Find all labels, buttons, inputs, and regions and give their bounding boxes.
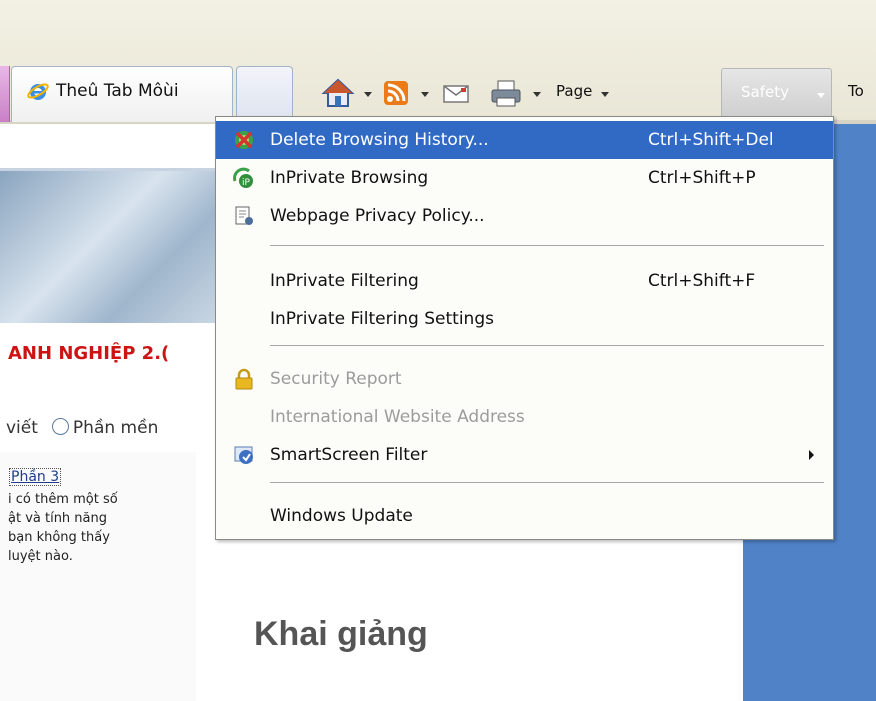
menu-item-label: SmartScreen Filter — [270, 445, 428, 465]
page-heading: ANH NGHIỆP 2.( — [8, 343, 170, 364]
mail-icon[interactable] — [441, 78, 471, 108]
menu-item-shortcut: Ctrl+Shift+P — [648, 168, 756, 188]
khai-giang-heading: Khai giảng — [254, 615, 428, 653]
home-dropdown-arrow-icon[interactable] — [364, 92, 372, 97]
radio-button[interactable] — [51, 418, 69, 435]
print-icon[interactable] — [489, 78, 523, 108]
menu-item-shortcut: Ctrl+Shift+F — [648, 271, 756, 291]
home-icon[interactable] — [321, 78, 355, 108]
smartscreen-icon — [234, 446, 253, 464]
menu-item-inprivate-filtering[interactable]: InPrivate Filtering Ctrl+Shift+F — [216, 262, 833, 300]
safety-menu-button[interactable]: Safety — [721, 68, 832, 118]
menu-separator — [270, 482, 824, 483]
menu-item-label: Windows Update — [270, 506, 413, 526]
feeds-dropdown-arrow-icon[interactable] — [421, 92, 429, 97]
menu-item-inprivate-browsing[interactable]: iP InPrivate Browsing Ctrl+Shift+P — [216, 159, 833, 197]
menu-item-inprivate-filtering-settings[interactable]: InPrivate Filtering Settings — [216, 300, 833, 338]
excerpt-line: luyệt nào. — [8, 549, 73, 564]
radio-left-label: viết — [6, 418, 38, 438]
menu-separator — [270, 345, 824, 346]
excerpt-line: i có thêm một số — [8, 492, 118, 507]
excerpt-line: ật và tính năng — [8, 511, 108, 526]
safety-dropdown-arrow-icon — [817, 93, 825, 98]
menu-item-label: International Website Address — [270, 407, 525, 427]
menu-item-label: Webpage Privacy Policy... — [270, 206, 485, 226]
menu-item-international-website-address: International Website Address — [216, 398, 833, 436]
menu-item-webpage-privacy-policy[interactable]: Webpage Privacy Policy... — [216, 197, 833, 235]
excerpt-line: bạn không thấy — [8, 530, 110, 545]
safety-dropdown-menu: Delete Browsing History... Ctrl+Shift+De… — [215, 116, 834, 540]
tab-previous[interactable] — [0, 66, 10, 122]
article-link[interactable]: Phần 3 — [8, 468, 62, 486]
page-banner-image — [0, 168, 215, 323]
page-menu-button[interactable]: Page — [556, 82, 592, 100]
tab-new[interactable]: Theû Tab Môùi — [11, 66, 233, 122]
privacy-policy-icon — [235, 206, 253, 225]
delete-history-icon — [235, 131, 253, 149]
ie-icon — [27, 83, 49, 100]
tab-blank[interactable] — [236, 66, 293, 122]
menu-separator — [270, 245, 824, 246]
menu-item-label: Security Report — [270, 369, 402, 389]
menu-item-label: InPrivate Filtering Settings — [270, 309, 494, 329]
menu-item-delete-browsing-history[interactable]: Delete Browsing History... Ctrl+Shift+De… — [216, 121, 833, 159]
print-dropdown-arrow-icon[interactable] — [533, 92, 541, 97]
tools-menu-button[interactable]: To — [848, 82, 864, 100]
inprivate-icon: iP — [233, 167, 253, 188]
page-dropdown-arrow-icon[interactable] — [601, 92, 609, 97]
tab-label: Theû Tab Môùi — [56, 81, 179, 101]
article-excerpt: i có thêm một số ật và tính năng bạn khô… — [8, 490, 188, 566]
menu-item-label: Delete Browsing History... — [270, 130, 489, 150]
menu-item-label: InPrivate Browsing — [270, 168, 429, 188]
lock-icon — [235, 368, 253, 390]
rss-feed-icon[interactable] — [381, 78, 411, 108]
menu-item-windows-update[interactable]: Windows Update — [216, 497, 833, 535]
svg-text:iP: iP — [242, 178, 251, 188]
radio-right-label: Phần mền — [72, 418, 159, 438]
menu-item-security-report: Security Report — [216, 360, 833, 398]
menu-item-shortcut: Ctrl+Shift+Del — [648, 130, 774, 150]
radio-row: viết Phần mền — [6, 418, 158, 438]
submenu-arrow-icon — [809, 450, 814, 460]
menu-item-label: InPrivate Filtering — [270, 271, 419, 291]
safety-menu-label: Safety — [741, 83, 789, 101]
menu-item-smartscreen-filter[interactable]: SmartScreen Filter — [216, 436, 833, 474]
